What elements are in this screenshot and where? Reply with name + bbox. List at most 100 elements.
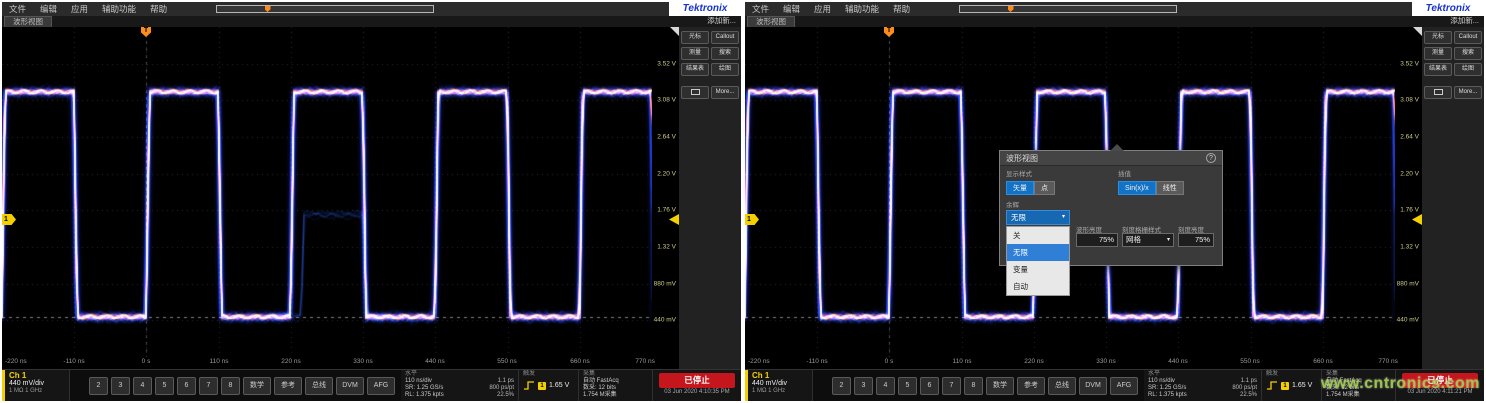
ref-button[interactable]: 参考 xyxy=(1017,377,1045,395)
persistence-option-variable[interactable]: 变量 xyxy=(1007,261,1069,278)
channel-5-button[interactable]: 5 xyxy=(898,377,917,395)
afg-button[interactable]: AFG xyxy=(367,377,395,395)
waveform-display[interactable]: T 1 3.52 V 3.08 V 2.64 V 2.20 V 1.76 V 1… xyxy=(2,27,679,369)
more-button[interactable]: More... xyxy=(711,86,739,99)
channel-2-button[interactable]: 2 xyxy=(89,377,108,395)
results-table-button[interactable]: 结果表 xyxy=(1424,63,1452,76)
horizontal-title: 水平 xyxy=(1148,371,1257,378)
cursors-button[interactable]: 光标 xyxy=(1424,31,1452,44)
time-axis: -220 ns -110 ns 0 s 110 ns 220 ns 330 ns… xyxy=(745,357,1395,369)
horizontal-badge[interactable]: 水平 110 ns/div1.1 ps SR: 1.25 GS/s800 ps/… xyxy=(1144,370,1262,401)
plot-button[interactable]: 绘图 xyxy=(1454,63,1482,76)
channel-6-button[interactable]: 6 xyxy=(920,377,939,395)
menu-utility[interactable]: 辅助功能 xyxy=(95,3,143,15)
trigger-position-marker-icon[interactable] xyxy=(265,6,271,12)
search-button[interactable]: 搜索 xyxy=(1454,47,1482,60)
channel-7-button[interactable]: 7 xyxy=(942,377,961,395)
dialog-title-bar[interactable]: 波形视图 ? xyxy=(1000,151,1222,166)
persistence-option-auto[interactable]: 自动 xyxy=(1007,278,1069,295)
interp-linear-button[interactable]: 线性 xyxy=(1156,181,1184,195)
time-label: 550 ns xyxy=(497,358,517,365)
screen-capture-button[interactable] xyxy=(681,86,709,99)
interp-sinx-button[interactable]: Sin(x)/x xyxy=(1118,181,1156,195)
chevron-down-icon: ▾ xyxy=(1167,234,1170,246)
math-button[interactable]: 数学 xyxy=(986,377,1014,395)
channel-8-button[interactable]: 8 xyxy=(964,377,983,395)
trigger-title: 触发 xyxy=(1266,371,1317,378)
cursors-button[interactable]: 光标 xyxy=(681,31,709,44)
menu-apps[interactable]: 应用 xyxy=(807,3,838,15)
voltage-label: 2.64 V xyxy=(1400,134,1419,141)
trigger-badge[interactable]: 触发 1 1.65 V xyxy=(1262,370,1322,401)
channel-6-button[interactable]: 6 xyxy=(177,377,196,395)
channel1-badge[interactable]: Ch 1 440 mV/div 1 MΩ 1 GHz xyxy=(2,370,70,401)
waveform-canvas[interactable] xyxy=(2,27,652,357)
plot-button[interactable]: 绘图 xyxy=(711,63,739,76)
help-icon[interactable]: ? xyxy=(1206,153,1216,163)
channel-8-button[interactable]: 8 xyxy=(221,377,240,395)
sample-rate: SR: 1.25 GS/s xyxy=(1148,385,1228,392)
math-button[interactable]: 数学 xyxy=(243,377,271,395)
channel-buttons: 2 3 4 5 6 7 8 数学 参考 总线 DVM AFG xyxy=(83,370,401,401)
results-table-button[interactable]: 结果表 xyxy=(681,63,709,76)
measure-button[interactable]: 测量 xyxy=(681,47,709,60)
screen-capture-button[interactable] xyxy=(1424,86,1452,99)
channel-4-button[interactable]: 4 xyxy=(133,377,152,395)
menu-file[interactable]: 文件 xyxy=(2,3,33,15)
horizontal-badge[interactable]: 水平 110 ns/div1.1 ps SR: 1.25 GS/s800 ps/… xyxy=(401,370,519,401)
tab-waveform-view[interactable]: 波形视图 xyxy=(747,16,795,27)
menu-help[interactable]: 帮助 xyxy=(143,3,174,15)
channel-5-button[interactable]: 5 xyxy=(155,377,174,395)
style-vectors-button[interactable]: 矢量 xyxy=(1006,181,1034,195)
corner-handle-icon[interactable] xyxy=(670,27,679,36)
time-label: 110 ns xyxy=(209,358,228,365)
measure-button[interactable]: 测量 xyxy=(1424,47,1452,60)
add-new-button[interactable]: 添加新... xyxy=(707,15,736,26)
afg-button[interactable]: AFG xyxy=(1110,377,1138,395)
stop-button[interactable]: 已停止 xyxy=(659,373,735,388)
menu-file[interactable]: 文件 xyxy=(745,3,776,15)
graticule-style-dropdown[interactable]: 网格▾ xyxy=(1122,233,1174,247)
more-button[interactable]: More... xyxy=(1454,86,1482,99)
channel-2-button[interactable]: 2 xyxy=(832,377,851,395)
screen-capture-icon xyxy=(1434,89,1443,95)
channel-4-button[interactable]: 4 xyxy=(876,377,895,395)
trigger-badge[interactable]: 触发 1 1.65 V xyxy=(519,370,579,401)
persistence-dropdown[interactable]: 无限 ▾ xyxy=(1006,210,1070,225)
callout-button[interactable]: Callout xyxy=(1454,31,1482,44)
persistence-option-infinite[interactable]: 无限 xyxy=(1007,244,1069,261)
graticule-intensity-input[interactable]: 75% xyxy=(1178,233,1214,247)
voltage-axis: 3.52 V 3.08 V 2.64 V 2.20 V 1.76 V 1.32 … xyxy=(1395,27,1422,357)
tektronix-logo: Tektronix xyxy=(669,2,741,16)
dvm-button[interactable]: DVM xyxy=(336,377,364,395)
main-area: T 1 3.52 V 3.08 V 2.64 V 2.20 V 1.76 V 1… xyxy=(745,27,1484,369)
callout-button[interactable]: Callout xyxy=(711,31,739,44)
voltage-label: 2.64 V xyxy=(657,134,676,141)
channel-3-button[interactable]: 3 xyxy=(111,377,130,395)
acquisition-badge[interactable]: 采集 自动 FastAcq 数采: 12 bits 1.754 M采集 xyxy=(579,370,653,401)
search-button[interactable]: 搜索 xyxy=(711,47,739,60)
dvm-button[interactable]: DVM xyxy=(1079,377,1107,395)
tab-waveform-view[interactable]: 波形视图 xyxy=(4,16,52,27)
persistence-option-off[interactable]: 关 xyxy=(1007,227,1069,244)
bus-button[interactable]: 总线 xyxy=(1048,377,1076,395)
record-view-bracket[interactable] xyxy=(959,5,1177,13)
channel1-badge[interactable]: Ch 1 440 mV/div 1 MΩ 1 GHz xyxy=(745,370,813,401)
menu-edit[interactable]: 编辑 xyxy=(33,3,64,15)
menu-help[interactable]: 帮助 xyxy=(886,3,917,15)
channel-7-button[interactable]: 7 xyxy=(199,377,218,395)
menu-apps[interactable]: 应用 xyxy=(64,3,95,15)
corner-handle-icon[interactable] xyxy=(1413,27,1422,36)
channel-3-button[interactable]: 3 xyxy=(854,377,873,395)
menu-utility[interactable]: 辅助功能 xyxy=(838,3,886,15)
trigger-position-marker-icon[interactable] xyxy=(1008,6,1014,12)
wave-intensity-input[interactable]: 75% xyxy=(1076,233,1118,247)
style-dots-button[interactable]: 点 xyxy=(1034,181,1055,195)
add-new-button[interactable]: 添加新... xyxy=(1450,15,1479,26)
voltage-label: 3.08 V xyxy=(1400,97,1419,104)
menu-edit[interactable]: 编辑 xyxy=(776,3,807,15)
bus-button[interactable]: 总线 xyxy=(305,377,333,395)
record-view-bracket[interactable] xyxy=(216,5,434,13)
ref-button[interactable]: 参考 xyxy=(274,377,302,395)
time-label: 660 ns xyxy=(1313,358,1333,365)
